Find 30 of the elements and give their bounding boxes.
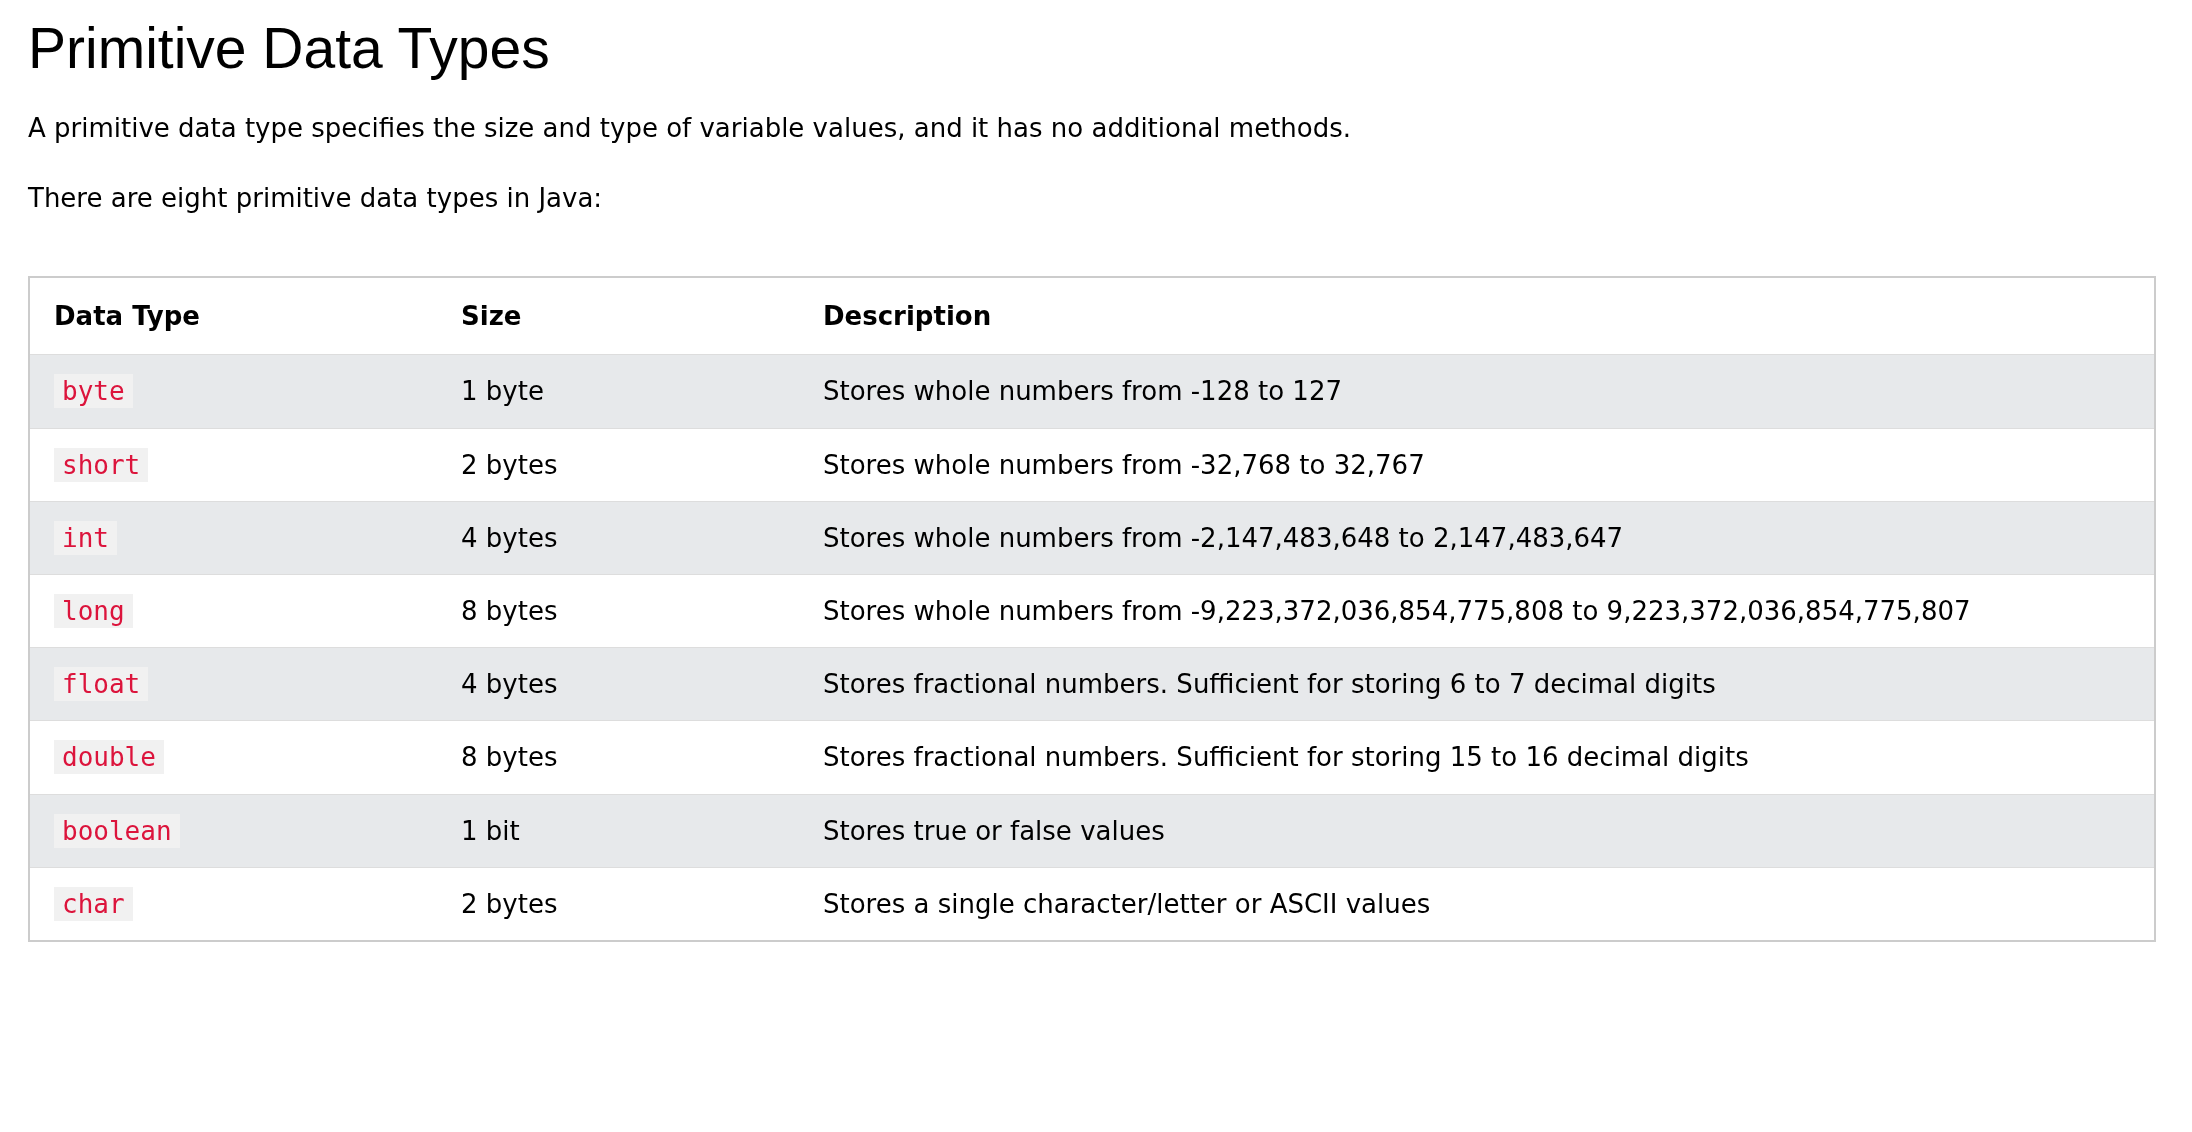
description-text: Stores true or false values bbox=[823, 815, 1165, 846]
page-title: Primitive Data Types bbox=[28, 15, 551, 82]
type-code: short bbox=[54, 447, 149, 482]
size-text: 4 bytes bbox=[461, 669, 558, 700]
column-header: Data Type bbox=[54, 300, 200, 331]
size-text: 1 bit bbox=[461, 815, 520, 846]
size-text: 2 bytes bbox=[461, 449, 558, 480]
type-code: long bbox=[54, 594, 133, 629]
size-text: 4 bytes bbox=[461, 522, 558, 553]
description-text: Stores whole numbers from -32,768 to 32,767 bbox=[823, 449, 1425, 480]
paragraph: There are eight primitive data types in Java: bbox=[28, 182, 604, 216]
description-text: Stores whole numbers from -9,223,372,036,854,775,808 to 9,223,372,036,854,775,807 bbox=[823, 596, 1971, 627]
column-header: Size bbox=[461, 300, 522, 331]
size-text: 8 bytes bbox=[461, 742, 558, 773]
size-text: 1 byte bbox=[461, 376, 544, 407]
size-text: 2 bytes bbox=[461, 888, 558, 919]
size-text: 8 bytes bbox=[461, 596, 558, 627]
paragraph: A primitive data type specifies the size and type of variable values, and it has no additional methods. bbox=[28, 112, 1353, 146]
type-code: byte bbox=[54, 374, 133, 409]
description-text: Stores a single character/letter or ASCII values bbox=[823, 888, 1431, 919]
type-code: int bbox=[54, 520, 117, 555]
description-text: Stores fractional numbers. Sufficient for storing 6 to 7 decimal digits bbox=[823, 669, 1716, 700]
type-code: boolean bbox=[54, 813, 180, 848]
description-text: Stores fractional numbers. Sufficient for storing 15 to 16 decimal digits bbox=[823, 742, 1749, 773]
type-code: float bbox=[54, 667, 149, 702]
type-code: double bbox=[54, 740, 164, 775]
description-text: Stores whole numbers from -128 to 127 bbox=[823, 376, 1342, 407]
column-header: Description bbox=[823, 300, 992, 331]
description-text: Stores whole numbers from -2,147,483,648 to 2,147,483,647 bbox=[823, 522, 1624, 553]
type-code: char bbox=[54, 886, 133, 921]
